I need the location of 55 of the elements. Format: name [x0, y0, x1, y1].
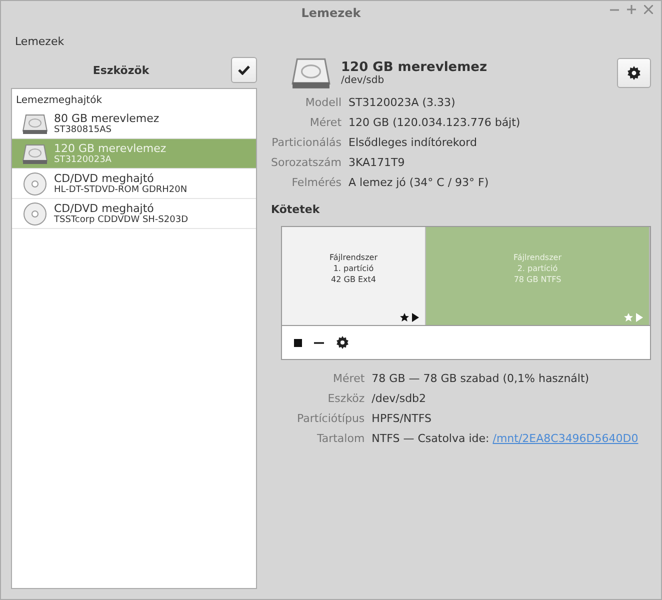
device-name: CD/DVD meghajtó [54, 172, 155, 185]
checkmark-icon [238, 65, 250, 75]
partition-block[interactable]: Fájlrendszer 1. partíció 42 GB Ext4 [282, 227, 426, 325]
property-value: 120 GB (120.034.123.776 bájt) [348, 116, 522, 129]
property-label: Particionálás [271, 136, 342, 149]
device-name: 80 GB merevlemez [54, 112, 160, 125]
property-label: Partíciótípus [297, 412, 365, 425]
device-model: HL-DT-STDVD-ROM GDRH20N [54, 185, 188, 195]
star-icon [400, 313, 409, 322]
settings-icon [627, 66, 641, 80]
partition-label: 1. partíció [333, 262, 374, 274]
play-icon [412, 313, 419, 322]
property-label: Eszköz [326, 392, 365, 405]
partition-label: 78 GB NTFS [514, 274, 562, 284]
panel-title: Eszközök [92, 64, 150, 76]
optical-disc-icon [22, 202, 48, 226]
partition-label: 2. partíció [517, 262, 558, 274]
play-icon [636, 313, 643, 322]
drive-path: /dev/sdb [341, 75, 386, 86]
optical-disc-icon [22, 172, 48, 196]
property-value: Elsődleges indítórekord [348, 136, 478, 149]
property-label: Méret [308, 116, 342, 129]
hard-disk-icon [291, 56, 331, 90]
property-label: Méret [332, 372, 365, 385]
property-label: Modell [304, 96, 342, 109]
drive-name: 120 GB merevlemez [341, 60, 488, 75]
property-value: ST3120023A (3.33) [348, 96, 456, 109]
device-name: CD/DVD meghajtó [54, 202, 155, 215]
menu-item[interactable]: Lemezek [15, 35, 64, 48]
hard-disk-icon [22, 112, 48, 134]
stop-icon [294, 338, 302, 346]
property-value: NTFS — Csatolva ide: /mnt/2EA8C3496D5640D0 [372, 432, 640, 445]
property-label: Sorozatszám [271, 156, 342, 169]
property-value: 78 GB — 78 GB szabad (0,1% használt) [372, 372, 590, 385]
property-value: /dev/sdb2 [372, 392, 428, 405]
window-title: Lemezek [301, 6, 361, 20]
device-name: 120 GB merevlemez [54, 142, 166, 155]
property-value: A lemez jó (34° C / 93° F) [348, 176, 490, 189]
property-value: HPFS/NTFS [372, 412, 432, 425]
partition-label: Fájlrendszer [514, 252, 562, 262]
property-value: 3KA171T9 [348, 156, 406, 169]
star-icon [624, 313, 633, 322]
partition-label: Fájlrendszer [330, 252, 378, 262]
property-label: Felmérés [290, 176, 342, 189]
device-model: TSSTcorp CDDVDW SH-S203D [54, 215, 188, 225]
stop-button[interactable] [294, 338, 302, 346]
group-heading: Lemezmeghajtók [15, 94, 104, 108]
device-model: ST3120023A [54, 155, 112, 165]
section-title: Kötetek [271, 203, 321, 216]
partition-label: 42 GB Ext4 [331, 274, 376, 284]
hard-disk-icon [22, 142, 48, 164]
property-label: Tartalom [316, 432, 365, 445]
select-button[interactable] [231, 57, 257, 83]
settings-button[interactable] [617, 58, 651, 88]
device-model: ST380815AS [54, 125, 112, 135]
